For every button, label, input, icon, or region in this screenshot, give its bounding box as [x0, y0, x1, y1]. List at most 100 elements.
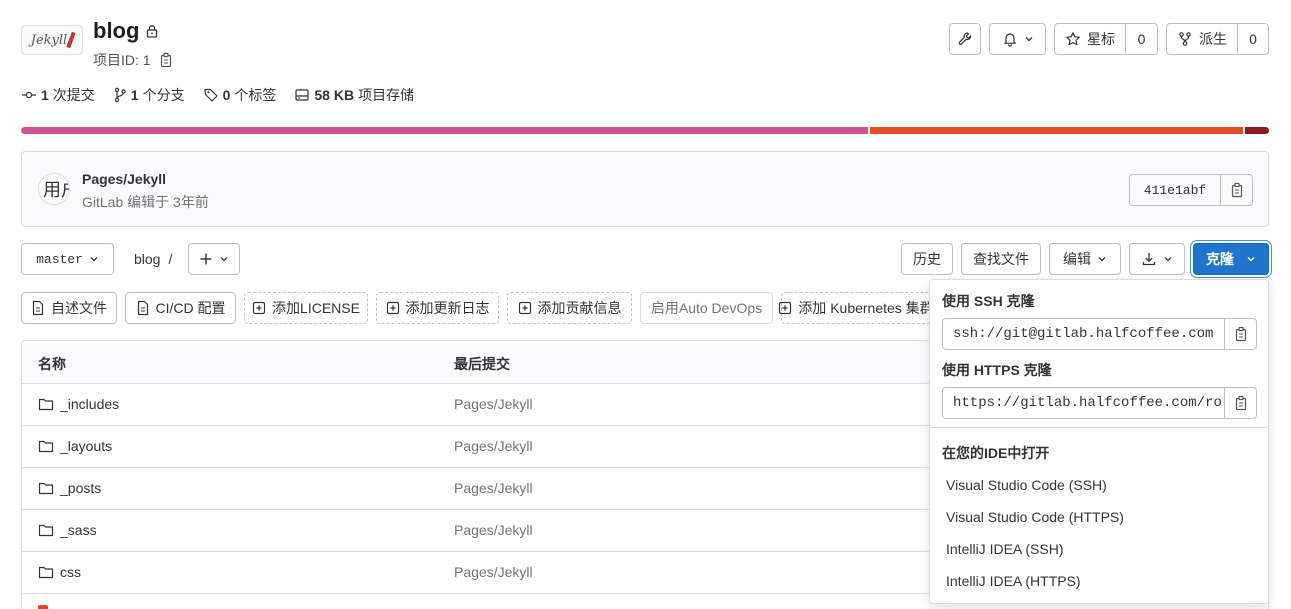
file-name-cell[interactable]: _layouts — [38, 438, 112, 454]
file-name: _layouts — [60, 438, 113, 454]
ide-menu-item[interactable]: IntelliJ IDEA (SSH) — [946, 541, 1063, 557]
shortcut-button[interactable]: 自述文件 — [21, 292, 117, 324]
file-icon-partial — [38, 605, 48, 609]
ssh-url-input[interactable] — [943, 319, 1225, 349]
copy-icon[interactable] — [159, 52, 173, 68]
file-icon — [31, 300, 45, 316]
star-count: 0 — [1137, 31, 1146, 47]
plus-icon — [199, 252, 213, 266]
language-segment[interactable] — [1245, 127, 1269, 134]
pencil-icon — [66, 31, 76, 49]
add-to-tree-button[interactable] — [188, 243, 240, 275]
dropdown-divider — [930, 427, 1268, 428]
file-name-cell[interactable]: _sass — [38, 522, 97, 538]
chevron-down-icon — [219, 254, 229, 264]
copy-https-icon[interactable] — [1225, 388, 1256, 418]
ide-menu-item[interactable]: Visual Studio Code (HTTPS) — [946, 509, 1124, 525]
shortcut-button[interactable]: 添加贡献信息 — [507, 292, 632, 324]
ide-menu-item[interactable]: IntelliJ IDEA (HTTPS) — [946, 573, 1081, 589]
chevron-down-icon — [89, 254, 99, 264]
copy-ssh-icon[interactable] — [1225, 319, 1256, 349]
ide-menu-item[interactable]: Visual Studio Code (SSH) — [946, 477, 1107, 493]
branch-name: master — [36, 251, 83, 267]
file-last-commit[interactable]: Pages/Jekyll — [454, 438, 533, 454]
breadcrumb-separator: / — [168, 251, 173, 267]
clone-button[interactable]: 克隆 — [1193, 243, 1269, 275]
folder-icon — [38, 397, 54, 411]
breadcrumb-project[interactable]: blog — [134, 251, 160, 267]
settings-button[interactable] — [949, 23, 981, 55]
ssh-clone-label: 使用 SSH 克隆 — [942, 293, 1035, 309]
tags-link[interactable]: 0 个标签 — [203, 85, 277, 105]
project-avatar-text: Jekyll — [30, 32, 68, 48]
commit-author-avatar-text: 用户 — [43, 180, 69, 200]
https-clone-label: 使用 HTTPS 克隆 — [942, 362, 1052, 378]
fork-label: 派生 — [1199, 31, 1227, 47]
branches-link[interactable]: 1 个分支 — [113, 85, 185, 105]
project-id: 项目ID: 1 — [93, 52, 151, 68]
download-icon — [1141, 251, 1157, 267]
file-last-commit[interactable]: Pages/Jekyll — [454, 480, 533, 496]
commit-icon — [21, 87, 37, 103]
commits-link[interactable]: 1 次提交 — [21, 85, 95, 105]
file-last-commit[interactable]: Pages/Jekyll — [454, 522, 533, 538]
column-last-commit: 最后提交 — [454, 356, 510, 372]
shortcut-button[interactable]: 添加LICENSE — [244, 292, 368, 324]
chevron-down-icon — [1097, 254, 1107, 264]
plus-square-icon — [778, 301, 792, 315]
language-bar — [21, 127, 1269, 134]
shortcut-label: 添加贡献信息 — [537, 300, 622, 316]
copy-sha-icon[interactable] — [1221, 175, 1252, 205]
clone-label: 克隆 — [1206, 251, 1234, 267]
storage-link[interactable]: 58 KB 项目存储 — [294, 85, 414, 105]
star-button[interactable]: 星标 0 — [1054, 23, 1158, 55]
file-last-commit[interactable]: Pages/Jekyll — [454, 396, 533, 412]
commit-author-avatar[interactable]: 用户 — [38, 173, 70, 205]
fork-button[interactable]: 派生 0 — [1166, 23, 1269, 55]
download-button[interactable] — [1129, 243, 1185, 275]
branches-count: 1 — [130, 87, 139, 103]
branches-label: 个分支 — [142, 87, 185, 103]
shortcut-button[interactable]: CI/CD 配置 — [125, 292, 236, 324]
find-file-button[interactable]: 查找文件 — [961, 243, 1041, 275]
language-segment[interactable] — [870, 127, 1244, 134]
tags-label: 个标签 — [234, 87, 277, 103]
history-button[interactable]: 历史 — [901, 243, 953, 275]
shortcut-label: 自述文件 — [51, 300, 107, 316]
project-title[interactable]: blog — [93, 18, 139, 44]
language-segment[interactable] — [21, 127, 869, 134]
file-last-commit[interactable]: Pages/Jekyll — [454, 564, 533, 580]
breadcrumb: blog / — [134, 251, 172, 267]
project-avatar[interactable]: Jekyll — [21, 25, 83, 55]
branch-icon — [113, 87, 127, 103]
file-name-cell[interactable]: css — [38, 564, 81, 580]
shortcut-button[interactable]: 添加更新日志 — [376, 292, 499, 324]
project-stats: 1 次提交 1 个分支 0 个标签 58 KB 项目存储 — [21, 86, 414, 104]
branch-selector[interactable]: master — [21, 243, 114, 275]
project-shortcuts: 自述文件 CI/CD 配置 添加LICENSE 添加更新日志 添加贡献信息 启用Auto … — [21, 292, 931, 324]
shortcut-button[interactable]: 启用Auto DevOps — [640, 292, 773, 324]
storage-icon — [294, 87, 310, 103]
commit-sha[interactable]: 411e1abf — [1130, 175, 1221, 205]
https-url-input[interactable] — [943, 388, 1225, 418]
tags-count: 0 — [222, 87, 231, 103]
notification-button[interactable] — [989, 23, 1046, 55]
folder-icon — [38, 523, 54, 537]
commits-label: 次提交 — [52, 87, 95, 103]
edit-button[interactable]: 编辑 — [1049, 243, 1121, 275]
https-clone-group — [942, 387, 1257, 419]
wrench-icon — [957, 31, 973, 47]
storage-label: 项目存储 — [358, 87, 415, 103]
file-name-cell[interactable]: _includes — [38, 396, 119, 412]
file-name-cell[interactable]: _posts — [38, 480, 101, 496]
shortcut-button[interactable]: 添加 Kubernetes 集群 — [778, 292, 931, 324]
plus-square-icon — [252, 301, 266, 315]
plus-square-icon — [386, 301, 400, 315]
commit-title[interactable]: Pages/Jekyll — [82, 171, 166, 187]
commits-count: 1 — [41, 87, 49, 103]
commit-meta: GitLab 编辑于 3年前 — [82, 194, 209, 210]
shortcut-label: 启用Auto DevOps — [650, 300, 763, 316]
file-icon — [136, 300, 150, 316]
folder-icon — [38, 481, 54, 495]
chevron-down-icon — [1024, 34, 1034, 44]
